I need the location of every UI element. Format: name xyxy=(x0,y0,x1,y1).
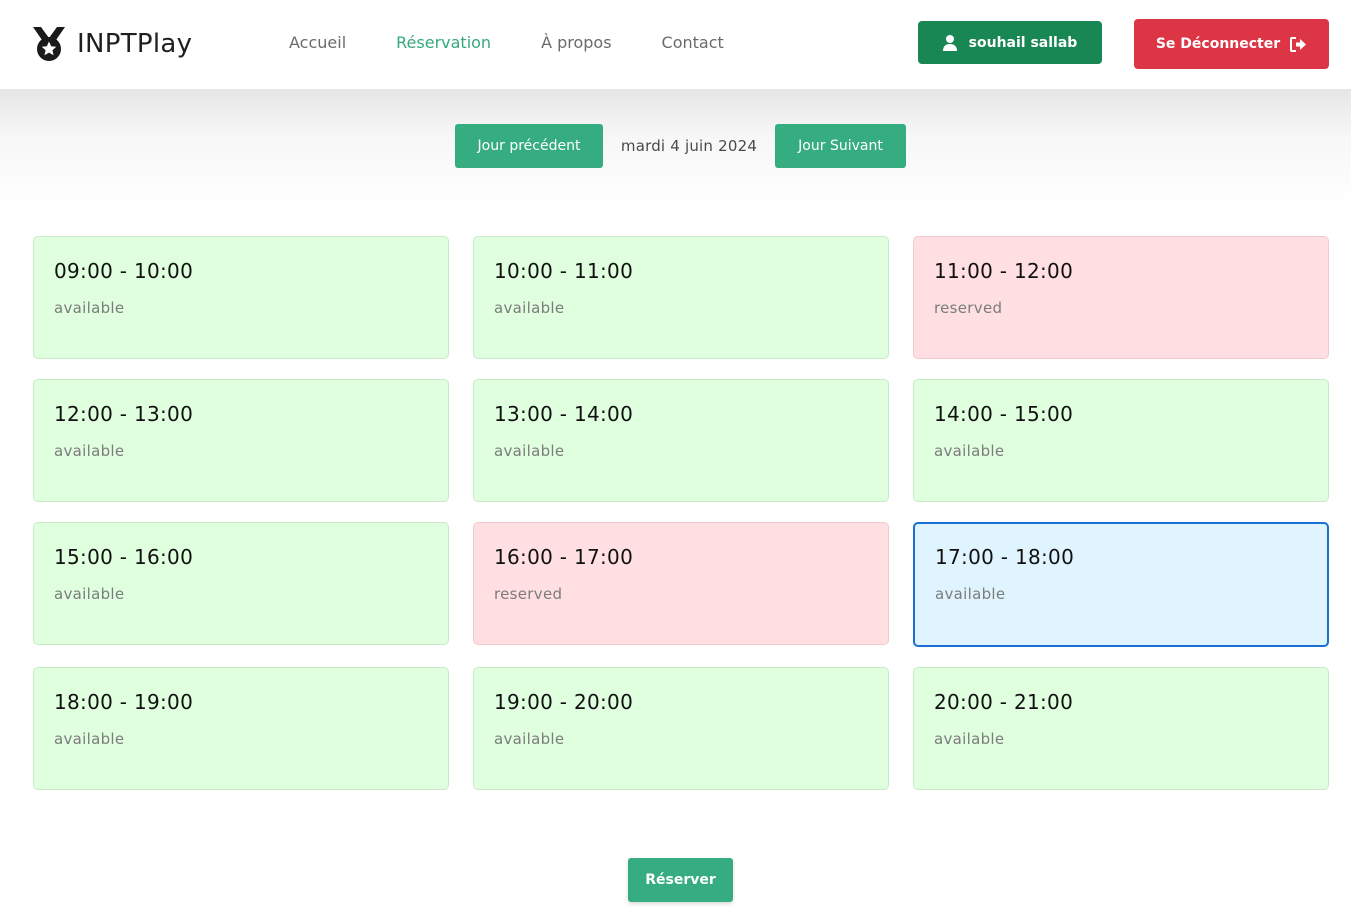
slot-status: available xyxy=(494,442,565,460)
slot-time: 18:00 - 19:00 xyxy=(54,690,194,714)
slot-status: available xyxy=(54,299,125,317)
time-slot-card[interactable]: 09:00 - 10:00 available xyxy=(33,236,449,359)
time-slot-card[interactable]: 15:00 - 16:00 available xyxy=(33,522,449,645)
day-navigation: Jour précédent mardi 4 juin 2024 Jour Su… xyxy=(0,124,1351,168)
user-profile-button[interactable]: souhail sallab xyxy=(918,21,1102,64)
time-slot-card[interactable]: 11:00 - 12:00 reserved xyxy=(913,236,1329,359)
time-slot-card[interactable]: 18:00 - 19:00 available xyxy=(33,667,449,790)
nav-reservation[interactable]: Réservation xyxy=(396,33,491,52)
medal-icon xyxy=(33,27,65,61)
slot-time: 15:00 - 16:00 xyxy=(54,545,194,569)
slot-time: 11:00 - 12:00 xyxy=(934,259,1074,283)
time-slot-card[interactable]: 10:00 - 11:00 available xyxy=(473,236,889,359)
slot-time: 09:00 - 10:00 xyxy=(54,259,194,283)
slot-status: available xyxy=(934,730,1005,748)
user-icon xyxy=(942,34,957,51)
time-slot-card[interactable]: 12:00 - 13:00 available xyxy=(33,379,449,502)
slot-time: 10:00 - 11:00 xyxy=(494,259,634,283)
logout-button[interactable]: Se Déconnecter xyxy=(1134,19,1329,69)
slot-time: 19:00 - 20:00 xyxy=(494,690,634,714)
logout-label: Se Déconnecter xyxy=(1155,36,1281,52)
slot-status: reserved xyxy=(934,299,1003,317)
nav-contact[interactable]: Contact xyxy=(662,33,724,52)
time-slot-card[interactable]: 20:00 - 21:00 available xyxy=(913,667,1329,790)
slot-status: available xyxy=(494,730,565,748)
slot-status: reserved xyxy=(494,585,563,603)
slot-time: 14:00 - 15:00 xyxy=(934,402,1074,426)
time-slot-card[interactable]: 13:00 - 14:00 available xyxy=(473,379,889,502)
slot-time: 17:00 - 18:00 xyxy=(935,545,1075,569)
slot-status: available xyxy=(54,730,125,748)
slot-status: available xyxy=(54,585,125,603)
time-slot-card[interactable]: 14:00 - 15:00 available xyxy=(913,379,1329,502)
slot-time: 12:00 - 13:00 xyxy=(54,402,194,426)
slot-status: available xyxy=(54,442,125,460)
reserve-button[interactable]: Réserver xyxy=(628,858,733,902)
slot-time: 16:00 - 17:00 xyxy=(494,545,634,569)
time-slot-card[interactable]: 19:00 - 20:00 available xyxy=(473,667,889,790)
top-navbar: INPTPlay Accueil Réservation À propos Co… xyxy=(0,0,1351,89)
slot-status: available xyxy=(494,299,565,317)
nav-a-propos[interactable]: À propos xyxy=(541,33,611,52)
nav-accueil[interactable]: Accueil xyxy=(289,33,346,52)
time-slot-card[interactable]: 16:00 - 17:00 reserved xyxy=(473,522,889,645)
previous-day-button[interactable]: Jour précédent xyxy=(455,124,603,168)
main-nav: Accueil Réservation À propos Contact xyxy=(289,33,774,52)
sign-out-icon xyxy=(1290,36,1307,52)
time-slot-card[interactable]: 17:00 - 18:00 available xyxy=(913,522,1329,647)
current-date: mardi 4 juin 2024 xyxy=(620,137,758,155)
slot-status: available xyxy=(935,585,1006,603)
brand[interactable]: INPTPlay xyxy=(32,24,192,64)
slot-time: 13:00 - 14:00 xyxy=(494,402,634,426)
slot-time: 20:00 - 21:00 xyxy=(934,690,1074,714)
user-name: souhail sallab xyxy=(968,34,1078,51)
slot-status: available xyxy=(934,442,1005,460)
brand-name: INPTPlay xyxy=(77,29,193,59)
next-day-button[interactable]: Jour Suivant xyxy=(775,124,906,168)
